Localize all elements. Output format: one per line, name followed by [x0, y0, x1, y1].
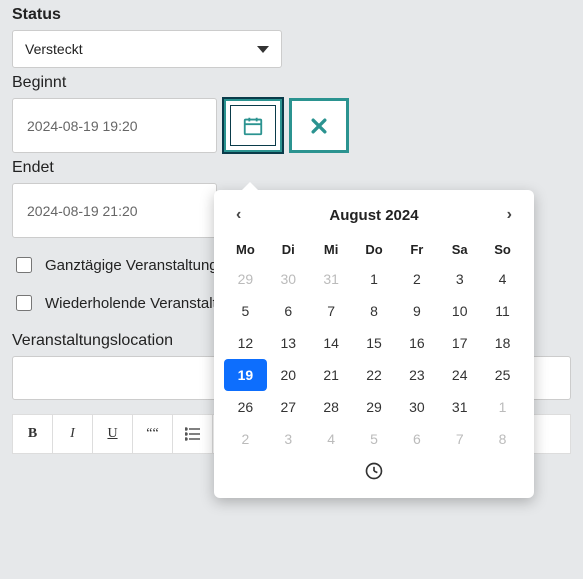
day-cell[interactable]: 11 — [481, 295, 524, 327]
dow-header: Mo — [224, 236, 267, 263]
day-cell[interactable]: 16 — [395, 327, 438, 359]
time-picker-button[interactable] — [224, 455, 524, 484]
dow-header: Fr — [395, 236, 438, 263]
day-cell[interactable]: 8 — [353, 295, 396, 327]
day-cell[interactable]: 6 — [267, 295, 310, 327]
day-cell[interactable]: 26 — [224, 391, 267, 423]
italic-button[interactable]: I — [53, 415, 93, 453]
end-label: Endet — [12, 159, 571, 177]
day-cell[interactable]: 4 — [310, 423, 353, 455]
list-button[interactable] — [173, 415, 213, 453]
day-cell[interactable]: 27 — [267, 391, 310, 423]
day-cell[interactable]: 5 — [224, 295, 267, 327]
day-cell[interactable]: 9 — [395, 295, 438, 327]
begin-label: Beginnt — [12, 74, 571, 92]
day-cell[interactable]: 1 — [353, 263, 396, 295]
day-cell[interactable]: 31 — [310, 263, 353, 295]
day-cell[interactable]: 2 — [224, 423, 267, 455]
day-cell[interactable]: 29 — [224, 263, 267, 295]
day-cell[interactable]: 3 — [267, 423, 310, 455]
dow-header: Do — [353, 236, 396, 263]
dow-header: So — [481, 236, 524, 263]
end-input[interactable]: 2024-08-19 21:20 — [12, 183, 217, 238]
day-cell[interactable]: 21 — [310, 359, 353, 391]
day-cell[interactable]: 28 — [310, 391, 353, 423]
day-cell[interactable]: 20 — [267, 359, 310, 391]
day-cell[interactable]: 6 — [395, 423, 438, 455]
allday-checkbox[interactable] — [16, 257, 32, 273]
day-cell[interactable]: 29 — [353, 391, 396, 423]
day-cell[interactable]: 19 — [224, 359, 267, 391]
status-label: Status — [12, 6, 571, 24]
day-cell[interactable]: 17 — [438, 327, 481, 359]
day-cell[interactable]: 4 — [481, 263, 524, 295]
clock-icon — [364, 461, 384, 481]
day-cell[interactable]: 7 — [310, 295, 353, 327]
dow-header: Sa — [438, 236, 481, 263]
prev-month-button[interactable]: ‹ — [230, 202, 247, 228]
allday-label: Ganztägige Veranstaltung — [45, 257, 218, 274]
day-cell[interactable]: 8 — [481, 423, 524, 455]
clear-date-button[interactable] — [289, 98, 349, 153]
underline-button[interactable]: U — [93, 415, 133, 453]
dow-header: Mi — [310, 236, 353, 263]
day-cell[interactable]: 23 — [395, 359, 438, 391]
day-cell[interactable]: 30 — [267, 263, 310, 295]
day-cell[interactable]: 24 — [438, 359, 481, 391]
day-cell[interactable]: 10 — [438, 295, 481, 327]
begin-input[interactable]: 2024-08-19 19:20 — [12, 98, 217, 153]
quote-button[interactable]: ““ — [133, 415, 173, 453]
month-title[interactable]: August 2024 — [329, 207, 418, 224]
day-cell[interactable]: 14 — [310, 327, 353, 359]
day-cell[interactable]: 31 — [438, 391, 481, 423]
day-cell[interactable]: 1 — [481, 391, 524, 423]
day-cell[interactable]: 2 — [395, 263, 438, 295]
date-picker-popup: ‹ August 2024 › MoDiMiDoFrSaSo 293031123… — [214, 190, 534, 498]
day-cell[interactable]: 22 — [353, 359, 396, 391]
repeating-checkbox[interactable] — [16, 295, 32, 311]
status-value: Versteckt — [25, 41, 83, 57]
day-cell[interactable]: 30 — [395, 391, 438, 423]
day-cell[interactable]: 18 — [481, 327, 524, 359]
next-month-button[interactable]: › — [501, 202, 518, 228]
day-cell[interactable]: 15 — [353, 327, 396, 359]
day-cell[interactable]: 12 — [224, 327, 267, 359]
day-cell[interactable]: 3 — [438, 263, 481, 295]
list-icon — [185, 427, 201, 441]
day-cell[interactable]: 7 — [438, 423, 481, 455]
day-cell[interactable]: 25 — [481, 359, 524, 391]
day-cell[interactable]: 13 — [267, 327, 310, 359]
open-calendar-button[interactable] — [223, 98, 283, 153]
caret-down-icon — [257, 46, 269, 53]
dow-header: Di — [267, 236, 310, 263]
close-icon — [309, 116, 329, 136]
bold-button[interactable]: B — [13, 415, 53, 453]
day-cell[interactable]: 5 — [353, 423, 396, 455]
status-select[interactable]: Versteckt — [12, 30, 282, 68]
calendar-icon — [242, 115, 264, 137]
repeating-label: Wiederholende Veranstaltung — [45, 295, 242, 312]
